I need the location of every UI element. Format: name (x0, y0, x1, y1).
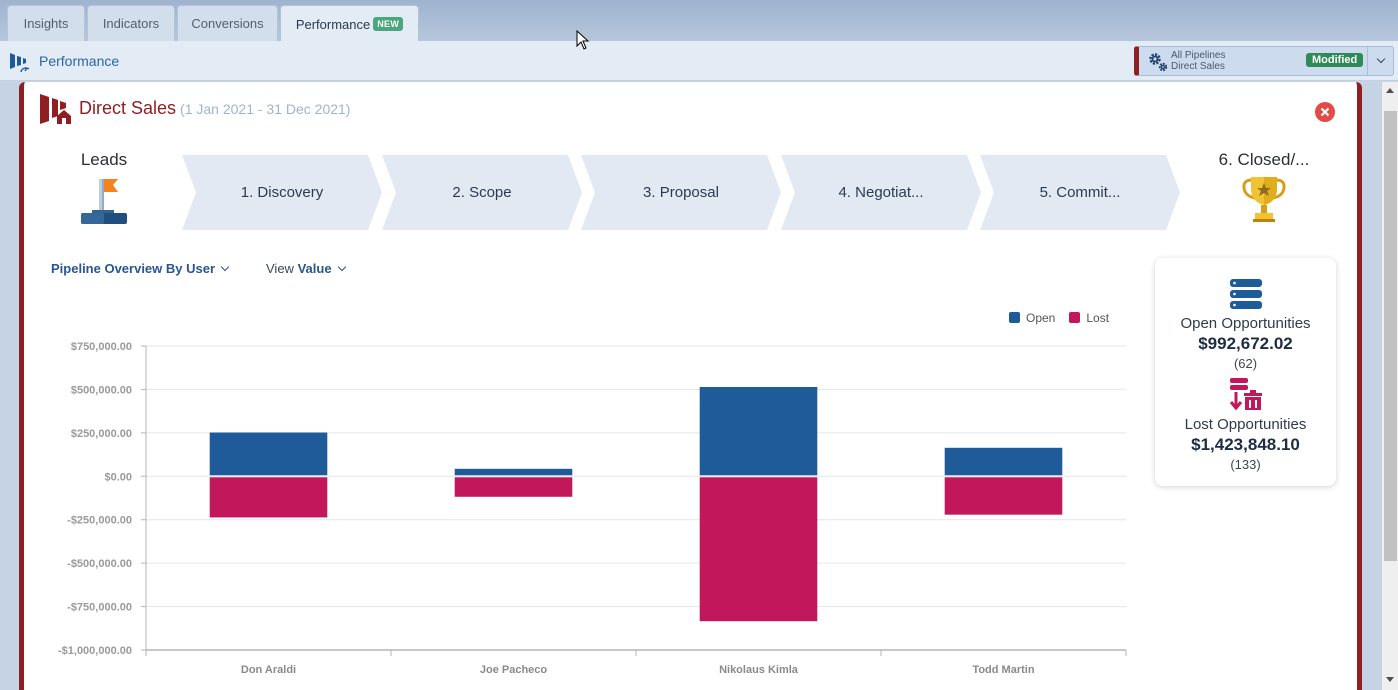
vertical-scrollbar[interactable] (1382, 82, 1398, 690)
stage-commit[interactable]: 5. Commit... (980, 155, 1180, 230)
close-icon (1320, 107, 1330, 117)
date-range: (1 Jan 2021 - 31 Dec 2021) (180, 101, 351, 117)
x-tick-label: Don Araldi (241, 664, 296, 676)
stage-negotiation[interactable]: 4. Negotiat... (781, 155, 981, 230)
scroll-thumb[interactable] (1384, 111, 1397, 561)
pipeline-funnel-icon (40, 94, 71, 124)
report-type-label: Pipeline Overview By User (51, 261, 216, 276)
y-tick-label: -$500,000.00 (67, 558, 132, 570)
y-tick-label: -$750,000.00 (67, 602, 132, 614)
lost-opportunities-label: Lost Opportunities (1184, 416, 1307, 433)
open-opportunities-label: Open Opportunities (1180, 315, 1311, 332)
x-tick-label: Todd Martin (972, 664, 1034, 676)
bar-open (454, 468, 573, 476)
tab-label: Conversions (191, 16, 264, 31)
stage-label: 5. Commit... (1039, 184, 1121, 201)
gears-icon (1149, 53, 1168, 72)
pipeline-chart: $750,000.00 $500,000.00 $250,000.00 $0.00 -$… (58, 341, 1127, 676)
pipeline-scope: All Pipelines (1171, 50, 1226, 61)
y-tick-label: $750,000.00 (71, 341, 132, 353)
pipeline-name: Direct Sales (1171, 61, 1225, 72)
tab-conversions[interactable]: Conversions (177, 5, 278, 41)
y-tick-label: $500,000.00 (71, 384, 132, 396)
pipeline-dropdown-button[interactable] (1367, 47, 1393, 75)
chevron-down-icon (220, 262, 230, 272)
pipeline-title: Direct Sales (79, 98, 177, 118)
report-type-dropdown[interactable]: Pipeline Overview By User (51, 261, 230, 276)
tab-label: Indicators (102, 16, 160, 31)
open-opportunities-value: $992,672.02 (1198, 334, 1293, 353)
view-control: View Value (266, 261, 346, 276)
performance-icon (10, 53, 30, 73)
chevron-down-icon (337, 262, 346, 272)
y-tick-label: $0.00 (104, 471, 132, 483)
lost-opportunities-count: (133) (1230, 457, 1261, 472)
y-tick-label: $250,000.00 (71, 428, 132, 440)
view-label: View (266, 261, 294, 276)
flag-icon (81, 179, 127, 224)
tab-label: Insights (23, 16, 69, 31)
bar-lost (454, 477, 573, 497)
view-dropdown[interactable]: Value (297, 261, 346, 276)
panel-title: Direct Sales (1 Jan 2021 - 31 Dec 2021) (79, 98, 350, 119)
new-badge: NEW (373, 17, 404, 31)
stage-leads[interactable]: Leads (74, 150, 134, 230)
tab-indicators[interactable]: Indicators (87, 5, 175, 41)
bar-open (944, 447, 1063, 476)
bar-lost (944, 477, 1063, 515)
x-tick-label: Nikolaus Kimla (719, 664, 799, 676)
pipeline-selector[interactable]: All Pipelines Direct Sales Modified (1134, 46, 1394, 76)
stage-scope[interactable]: 2. Scope (382, 155, 582, 230)
bar-lost (209, 477, 328, 518)
scroll-up-arrow-icon[interactable] (1386, 88, 1394, 93)
scroll-down-arrow-icon[interactable] (1386, 677, 1394, 682)
chevron-down-icon (1376, 54, 1385, 64)
open-opportunities-count: (62) (1233, 356, 1258, 371)
stage-closed[interactable]: 6. Closed/... (1209, 150, 1319, 229)
bar-lost (699, 477, 818, 622)
subheader: Performance All Pipelines Direct Sales M… (0, 41, 1398, 81)
stage-discovery[interactable]: 1. Discovery (182, 155, 382, 230)
stage-label: 6. Closed/... (1218, 150, 1310, 169)
page-title: Performance (39, 53, 120, 69)
pipeline-panel: Direct Sales (1 Jan 2021 - 31 Dec 2021) L… (19, 82, 1362, 690)
stage-label: 4. Negotiat... (838, 184, 924, 201)
mouse-cursor-icon (576, 30, 590, 50)
stage-label: 2. Scope (452, 184, 512, 201)
bar-open (209, 432, 328, 476)
trophy-icon (1242, 177, 1286, 222)
bar-open (699, 386, 818, 476)
stage-proposal[interactable]: 3. Proposal (581, 155, 781, 230)
tab-performance[interactable]: Performance NEW (280, 5, 419, 42)
view-value: Value (297, 261, 332, 276)
lost-opportunities-icon (1229, 378, 1262, 411)
y-tick-label: -$1,000,000.00 (58, 645, 132, 657)
tab-bar: Insights Indicators Conversions Performa… (0, 0, 1398, 42)
tab-insights[interactable]: Insights (7, 5, 85, 41)
stage-label: 3. Proposal (643, 184, 719, 201)
stage-label: 1. Discovery (240, 184, 324, 201)
lost-opportunities-value: $1,423,848.10 (1191, 435, 1300, 454)
database-icon (1229, 279, 1262, 309)
x-tick-label: Joe Pacheco (480, 664, 548, 676)
modified-badge: Modified (1306, 53, 1364, 67)
summary-card: Open Opportunities $992,672.02 (62) Lost… (1155, 258, 1336, 486)
close-button[interactable] (1315, 102, 1335, 122)
stage-label: Leads (80, 150, 128, 169)
y-tick-label: -$250,000.00 (67, 515, 132, 527)
tab-label: Performance (295, 16, 371, 32)
